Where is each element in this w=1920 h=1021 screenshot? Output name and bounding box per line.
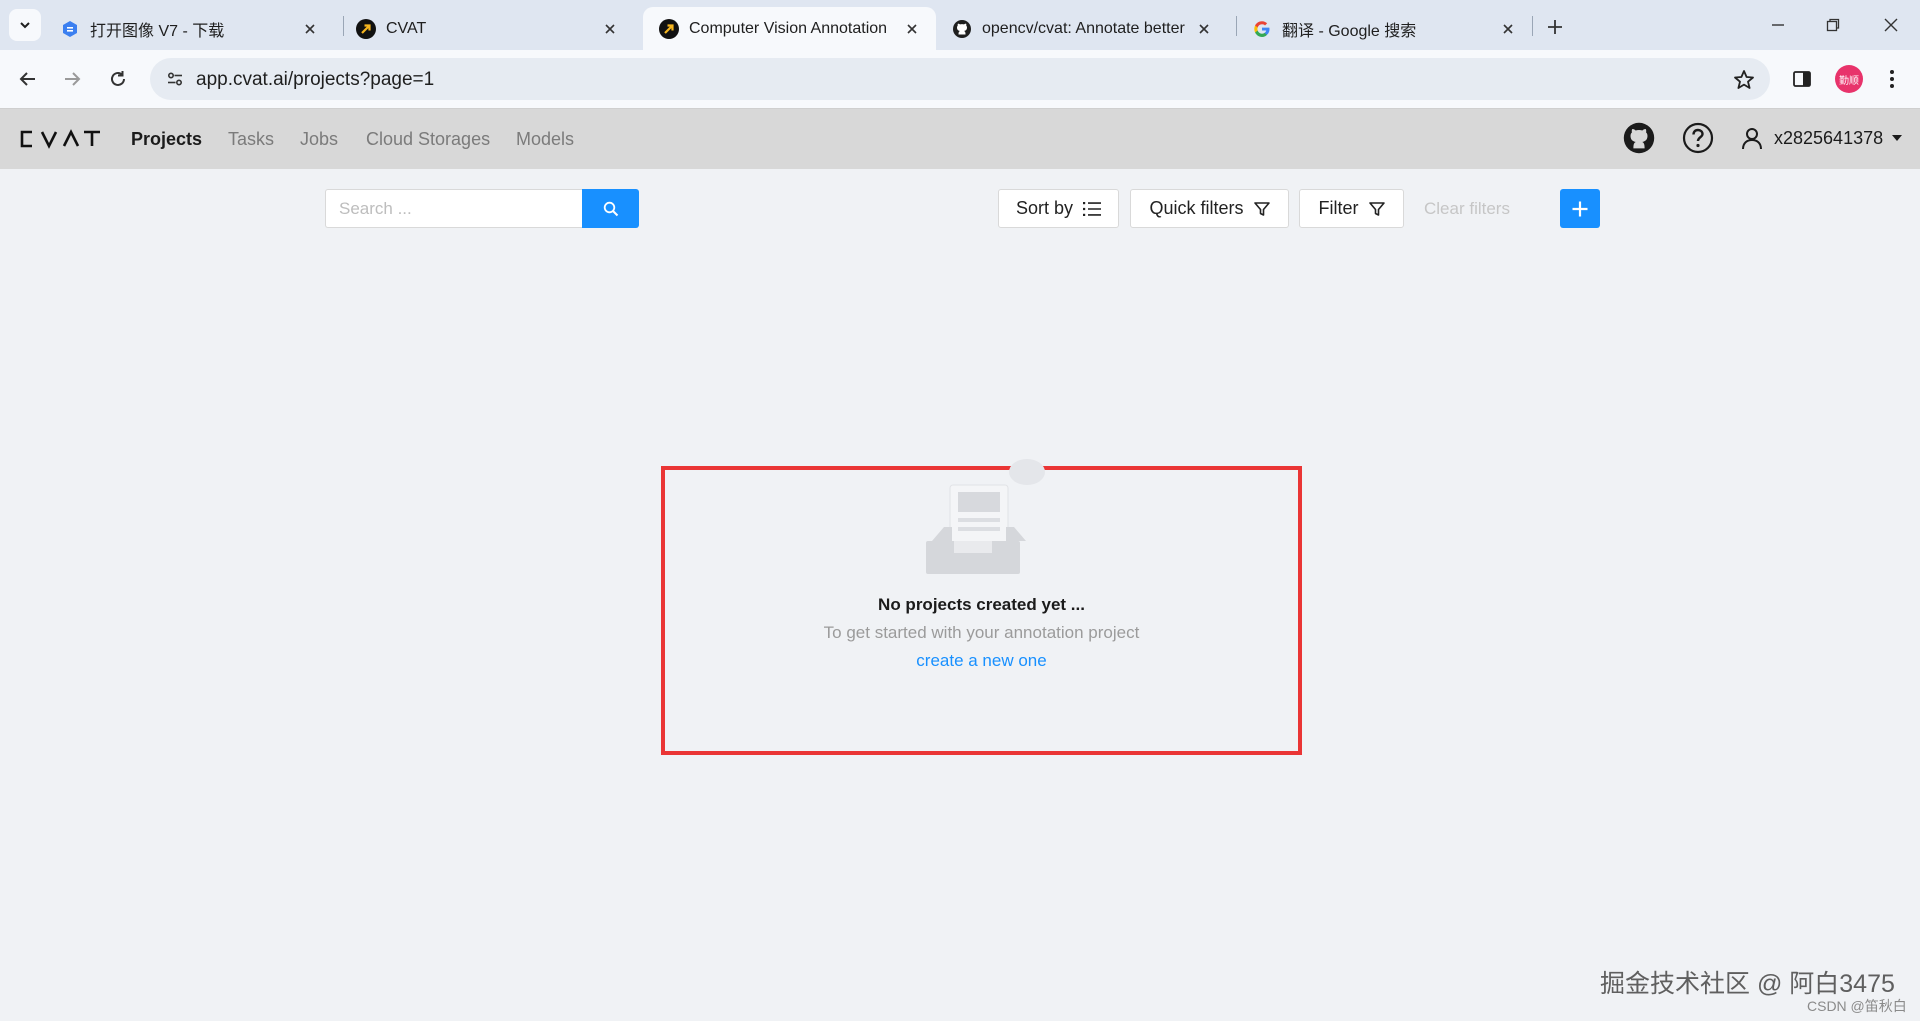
sort-by-label: Sort by	[1015, 198, 1074, 218]
side-panel-icon	[1793, 71, 1811, 87]
question-circle-icon	[1682, 122, 1714, 154]
profile-avatar[interactable]: 勤顺	[1835, 65, 1863, 93]
close-tab-icon[interactable]	[300, 19, 320, 39]
caret-down-icon	[1892, 135, 1903, 141]
browser-tab-1[interactable]: 打开图像 V7 - 下载	[44, 7, 334, 50]
browser-tab-3-active[interactable]: Computer Vision Annotation	[643, 7, 936, 50]
close-window-button[interactable]	[1876, 10, 1906, 40]
github-link-button[interactable]	[1622, 121, 1656, 155]
browser-menu-button[interactable]	[1878, 65, 1906, 93]
create-project-button[interactable]	[1560, 189, 1600, 228]
app-header: Projects Tasks Jobs Cloud Storages Model…	[0, 108, 1920, 169]
browser-tab-5[interactable]: 翻译 - Google 搜索	[1236, 7, 1532, 50]
cvat-favicon-icon	[356, 18, 376, 39]
minimize-icon	[1772, 24, 1784, 26]
more-vertical-icon	[1890, 70, 1894, 88]
arrow-right-icon	[65, 72, 81, 86]
close-tab-icon[interactable]	[902, 19, 922, 39]
reload-button[interactable]	[103, 64, 133, 94]
site-settings-icon[interactable]	[160, 64, 190, 94]
username: x2825641378	[1774, 127, 1884, 148]
search-icon	[603, 201, 618, 216]
tab-search-button[interactable]	[9, 9, 41, 41]
watermark-text: 掘金技术社区 @ 阿白3475	[1600, 970, 1895, 998]
filter-icon	[1253, 201, 1270, 216]
plus-icon	[1572, 201, 1588, 216]
sort-by-button[interactable]: Sort by	[998, 189, 1119, 228]
empty-inbox-icon	[926, 459, 1045, 574]
nav-jobs[interactable]: Jobs	[300, 129, 338, 150]
new-tab-button[interactable]	[1541, 13, 1569, 41]
reload-icon	[111, 71, 125, 86]
help-button[interactable]	[1681, 121, 1715, 155]
browser-toolbar: app.cvat.ai/projects?page=1 勤顺	[0, 50, 1920, 108]
browser-tab-strip: 打开图像 V7 - 下载 CVAT Computer Vision Annota…	[0, 0, 1920, 50]
search-input[interactable]	[325, 189, 583, 228]
quick-filters-label: Quick filters	[1149, 198, 1244, 218]
tab-title: 翻译 - Google 搜索	[1282, 22, 1417, 40]
nav-tasks[interactable]: Tasks	[228, 129, 274, 150]
tab-title: 打开图像 V7 - 下载	[90, 22, 225, 40]
tab-title: Computer Vision Annotation	[689, 19, 888, 37]
github-favicon-icon	[952, 19, 972, 39]
close-tab-icon[interactable]	[1498, 19, 1518, 39]
user-menu[interactable]: x2825641378	[1740, 121, 1903, 155]
browser-tab-2[interactable]: CVAT	[340, 7, 634, 50]
url-text: app.cvat.ai/projects?page=1	[196, 69, 435, 90]
side-panel-button[interactable]	[1788, 65, 1816, 93]
forward-button[interactable]	[57, 64, 87, 94]
filter-button[interactable]: Filter	[1299, 189, 1404, 228]
user-icon	[1742, 128, 1762, 150]
nav-projects[interactable]: Projects	[131, 129, 202, 150]
watermark-subtext: CSDN @笛秋白	[1807, 998, 1907, 1014]
restore-window-button[interactable]	[1818, 10, 1848, 40]
plus-icon	[1548, 20, 1562, 34]
filter-icon	[1368, 201, 1385, 216]
browser-tab-4[interactable]: opencv/cvat: Annotate better	[936, 7, 1228, 50]
close-tab-icon[interactable]	[1194, 19, 1214, 39]
tab-title: opencv/cvat: Annotate better	[982, 19, 1185, 37]
github-icon	[1623, 122, 1655, 154]
back-button[interactable]	[13, 64, 43, 94]
sort-list-icon	[1083, 201, 1102, 216]
nav-models[interactable]: Models	[516, 129, 574, 150]
chevron-down-icon	[20, 22, 30, 29]
restore-icon	[1826, 18, 1840, 32]
cvat-favicon-icon	[659, 18, 679, 39]
blue-hexagon-favicon-icon	[60, 19, 80, 39]
close-tab-icon[interactable]	[600, 19, 620, 39]
cvat-logo[interactable]	[18, 129, 102, 149]
empty-state-description: To get started with your annotation proj…	[823, 623, 1140, 642]
quick-filters-button[interactable]: Quick filters	[1130, 189, 1289, 228]
tab-title: CVAT	[386, 19, 427, 37]
filter-label: Filter	[1318, 198, 1359, 218]
arrow-left-icon	[19, 72, 35, 86]
tab-separator	[1532, 16, 1533, 36]
address-bar[interactable]: app.cvat.ai/projects?page=1	[150, 58, 1770, 100]
nav-cloud-storages[interactable]: Cloud Storages	[366, 129, 490, 150]
create-new-project-link[interactable]: create a new one	[661, 651, 1302, 671]
close-icon	[1884, 18, 1898, 32]
search-button[interactable]	[582, 189, 639, 228]
empty-state-title: No projects created yet ...	[878, 595, 1085, 614]
minimize-window-button[interactable]	[1763, 10, 1793, 40]
clear-filters-button[interactable]: Clear filters	[1424, 199, 1510, 219]
google-favicon-icon	[1252, 19, 1272, 39]
bookmark-star-icon[interactable]	[1732, 68, 1756, 92]
